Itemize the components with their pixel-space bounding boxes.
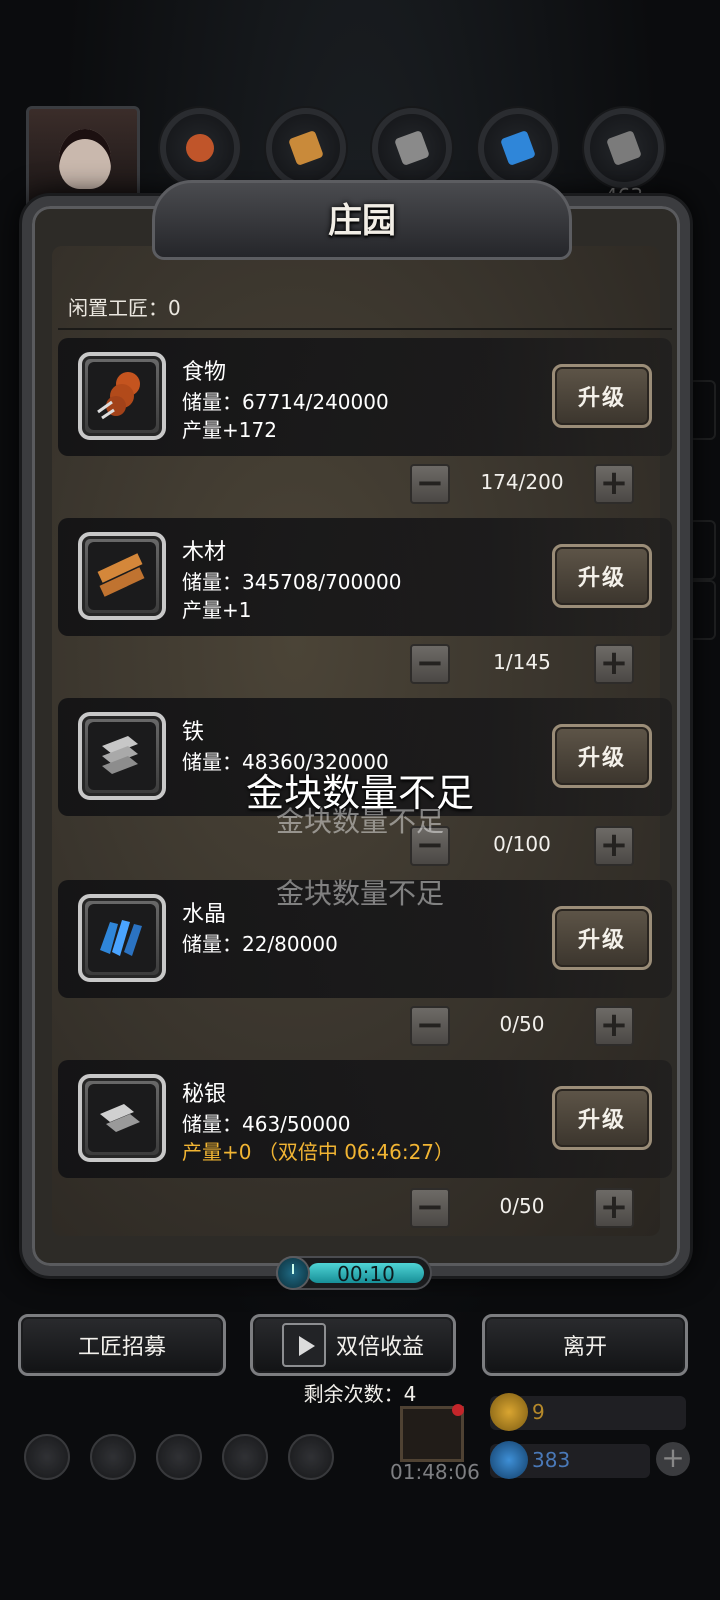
resource-storage: 储量：67714/240000 (182, 390, 389, 414)
play-icon (281, 1323, 326, 1367)
dialog-title: 庄园 (328, 201, 396, 241)
resource-name: 木材 (182, 540, 227, 565)
resource-name: 铁 (182, 720, 205, 745)
map-icon[interactable] (156, 1434, 202, 1480)
mail-icon[interactable] (222, 1434, 268, 1480)
resource-row-food: 食物 储量：67714/240000 产量+172 升级 (58, 338, 672, 456)
leave-label: 离开 (562, 1335, 607, 1360)
upgrade-button[interactable]: 升级 (552, 364, 652, 428)
food-icon (160, 108, 240, 188)
upgrade-button[interactable]: 升级 (552, 906, 652, 970)
gold-coin-icon (490, 1393, 528, 1431)
wood-icon (266, 108, 346, 188)
decrease-button[interactable]: − (410, 644, 450, 684)
resource-production: 产量+0 （双倍中 06:46:27） (182, 1140, 455, 1164)
crystal-icon (478, 108, 558, 188)
cooldown-timer: 00:10 (276, 1256, 432, 1290)
idle-craftsmen-label: 闲置工匠：0 (68, 296, 181, 320)
avatar-face (59, 129, 111, 189)
recruit-button[interactable]: 工匠招募 (18, 1314, 226, 1376)
resource-name: 食物 (182, 360, 227, 385)
side-tab[interactable] (688, 580, 716, 640)
side-tab[interactable] (688, 520, 716, 580)
mithril-icon (584, 108, 664, 188)
resource-storage: 储量：345708/700000 (182, 570, 402, 594)
achievement-icon[interactable] (90, 1434, 136, 1480)
double-income-button[interactable]: 双倍收益 (250, 1314, 456, 1376)
gem-counter: 383 (490, 1441, 650, 1479)
worker-count: 0/50 (499, 1012, 545, 1036)
worker-count: 174/200 (480, 470, 564, 494)
divider (58, 328, 672, 330)
wood-icon (78, 532, 166, 620)
resource-storage: 储量：463/50000 (182, 1112, 351, 1136)
gold-counter: 9 (490, 1393, 686, 1431)
resource-production: 产量+1 (182, 598, 252, 622)
toast-message-faded: 金块数量不足 (275, 877, 444, 910)
side-tab[interactable] (688, 380, 716, 440)
add-currency-button[interactable]: + (656, 1442, 690, 1476)
iron-icon (372, 108, 452, 188)
resource-name: 秘银 (182, 1082, 227, 1107)
toast-message-faded: 金块数量不足 (275, 805, 444, 838)
notification-dot (452, 1404, 464, 1416)
worker-stepper: − 1/145 + (410, 644, 634, 684)
settings-icon[interactable] (24, 1434, 70, 1480)
upgrade-button[interactable]: 升级 (552, 544, 652, 608)
worker-stepper: − 0/50 + (410, 1188, 634, 1228)
gold-value: 9 (532, 1400, 545, 1424)
worker-stepper: − 174/200 + (410, 464, 634, 504)
decrease-button[interactable]: − (410, 464, 450, 504)
leave-button[interactable]: 离开 (482, 1314, 688, 1376)
increase-button[interactable]: + (594, 1188, 634, 1228)
increase-button[interactable]: + (594, 1006, 634, 1046)
increase-button[interactable]: + (594, 464, 634, 504)
dialog-header-ornament: 庄园 (152, 180, 572, 260)
gem-value: 383 (532, 1448, 571, 1472)
decrease-button[interactable]: − (410, 1006, 450, 1046)
gift-timer: 01:48:06 (390, 1460, 480, 1484)
gem-icon (490, 1441, 528, 1479)
worker-count: 0/50 (499, 1194, 545, 1218)
double-income-label: 双倍收益 (335, 1335, 424, 1360)
clock-icon (276, 1256, 310, 1290)
recruit-label: 工匠招募 (77, 1335, 166, 1360)
mithril-icon (78, 1074, 166, 1162)
resource-storage: 储量：22/80000 (182, 932, 338, 956)
decrease-button[interactable]: − (410, 1188, 450, 1228)
shop-icon[interactable] (288, 1434, 334, 1480)
resource-production: 产量+172 (182, 418, 277, 442)
player-avatar[interactable] (26, 106, 140, 210)
worker-stepper: − 0/50 + (410, 1006, 634, 1046)
worker-count: 1/145 (493, 650, 551, 674)
resource-row-wood: 木材 储量：345708/700000 产量+1 升级 (58, 518, 672, 636)
upgrade-button[interactable]: 升级 (552, 1086, 652, 1150)
resource-row-mithril: 秘银 储量：463/50000 产量+0 （双倍中 06:46:27） 升级 (58, 1060, 672, 1178)
timer-text: 00:10 (337, 1262, 395, 1286)
increase-button[interactable]: + (594, 644, 634, 684)
food-icon (78, 352, 166, 440)
